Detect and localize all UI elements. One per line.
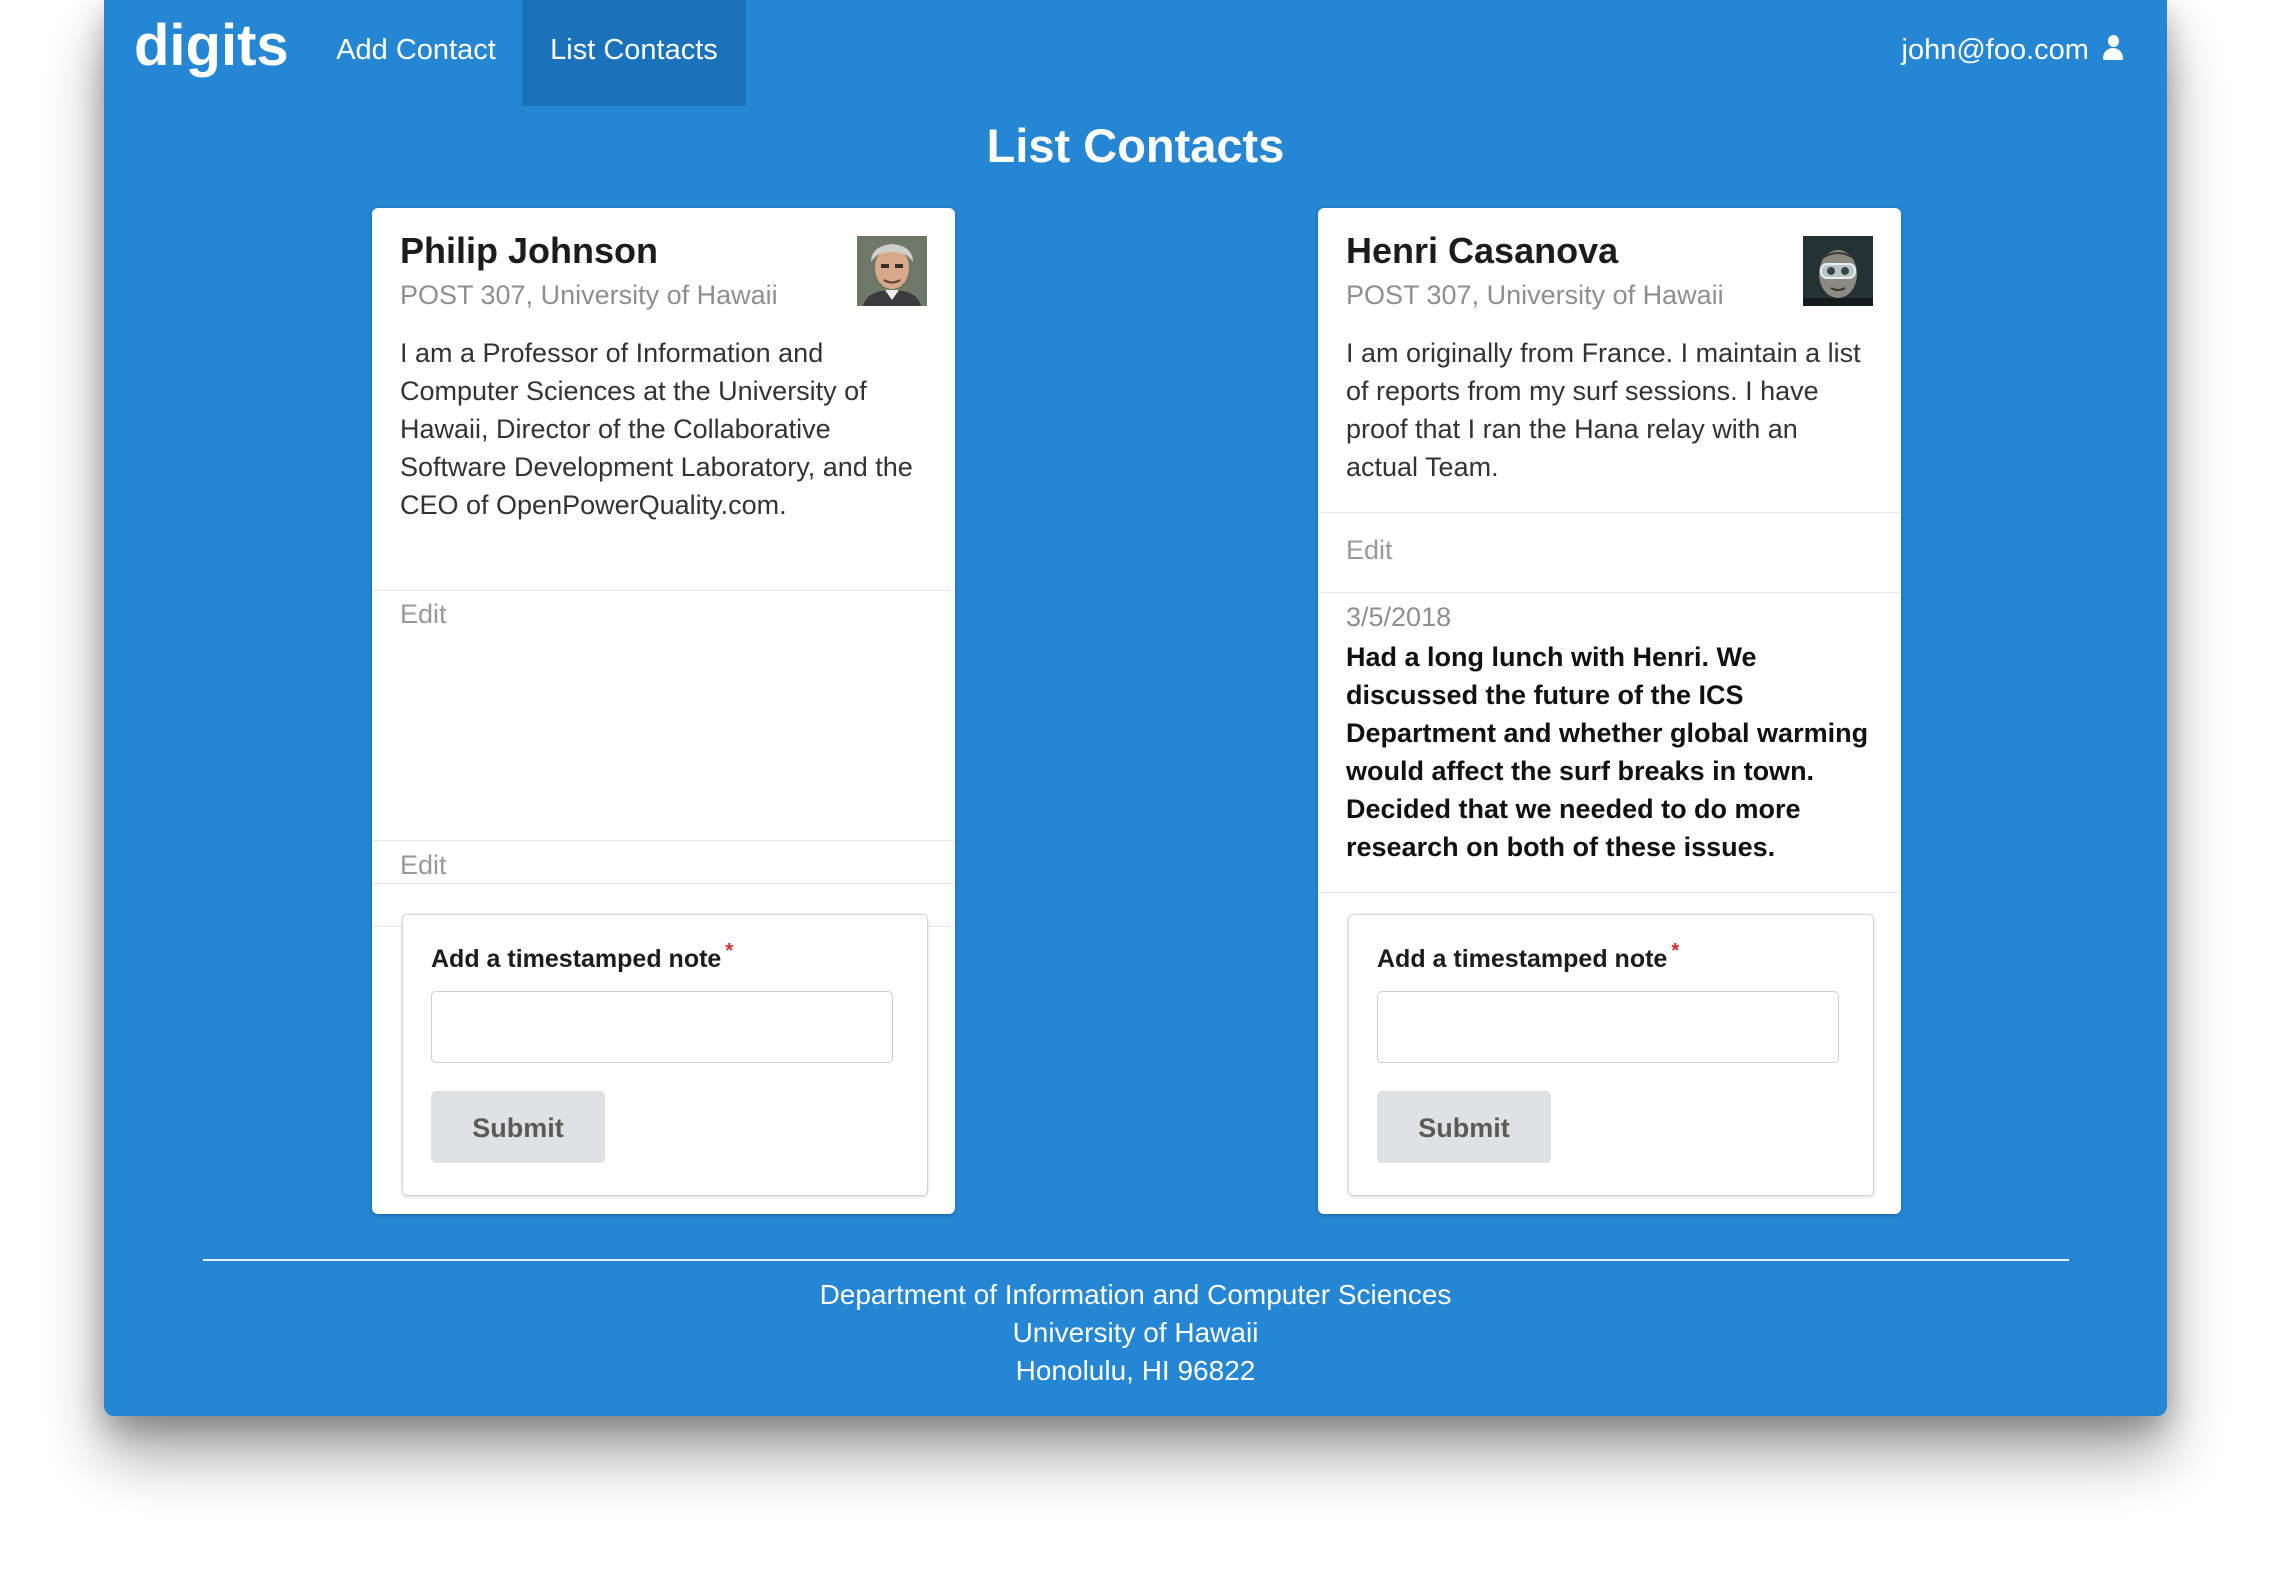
note-date: 3/5/2018 — [1346, 602, 1452, 632]
user-menu[interactable]: john@foo.com — [1901, 0, 2123, 106]
edit-link[interactable]: Edit — [400, 850, 447, 881]
divider — [1318, 512, 1901, 513]
footer: Department of Information and Computer S… — [104, 1276, 2167, 1390]
contact-avatar — [1803, 236, 1873, 306]
note-input[interactable] — [431, 991, 893, 1063]
submit-button[interactable]: Submit — [1377, 1091, 1551, 1163]
contact-description: I am originally from France. I maintain … — [1346, 338, 1861, 482]
contact-name: Henri Casanova — [1346, 230, 1619, 271]
edit-link[interactable]: Edit — [400, 599, 447, 630]
footer-university: University of Hawaii — [1012, 1317, 1259, 1348]
note-input[interactable] — [1377, 991, 1839, 1063]
user-email: john@foo.com — [1901, 34, 2089, 66]
divider — [372, 883, 955, 884]
divider — [1318, 592, 1901, 593]
note-form: Add a timestamped note * Submit — [402, 914, 928, 1196]
divider — [1318, 892, 1901, 893]
note-form: Add a timestamped note * Submit — [1348, 914, 1874, 1196]
contact-address: POST 307, University of Hawaii — [1346, 280, 1724, 310]
divider — [372, 840, 955, 841]
submit-button[interactable]: Submit — [431, 1091, 605, 1163]
page-title: List Contacts — [986, 119, 1285, 172]
top-navbar: digits Add Contact List Contacts john@fo… — [104, 0, 2167, 106]
footer-department: Department of Information and Computer S… — [819, 1279, 1452, 1310]
contact-name: Philip Johnson — [400, 230, 658, 271]
note-text: Had a long lunch with Henri. We discusse… — [1346, 642, 1869, 862]
contact-address: POST 307, University of Hawaii — [400, 280, 778, 310]
divider — [372, 590, 955, 591]
nav-list-contacts[interactable]: List Contacts — [522, 0, 746, 106]
brand-logo[interactable]: digits — [134, 12, 289, 79]
footer-location: Honolulu, HI 96822 — [1015, 1355, 1256, 1386]
user-icon — [2103, 35, 2123, 61]
required-asterisk: * — [1671, 940, 1680, 962]
nav-add-contact[interactable]: Add Contact — [314, 0, 518, 106]
contact-description: I am a Professor of Information and Comp… — [400, 338, 913, 520]
required-asterisk: * — [725, 940, 734, 962]
note-label: Add a timestamped note * — [1377, 940, 1680, 973]
edit-link[interactable]: Edit — [1346, 535, 1393, 566]
note-label: Add a timestamped note * — [431, 940, 734, 973]
app-window: digits Add Contact List Contacts john@fo… — [104, 0, 2167, 1416]
footer-divider — [203, 1259, 2069, 1261]
contact-avatar — [857, 236, 927, 306]
